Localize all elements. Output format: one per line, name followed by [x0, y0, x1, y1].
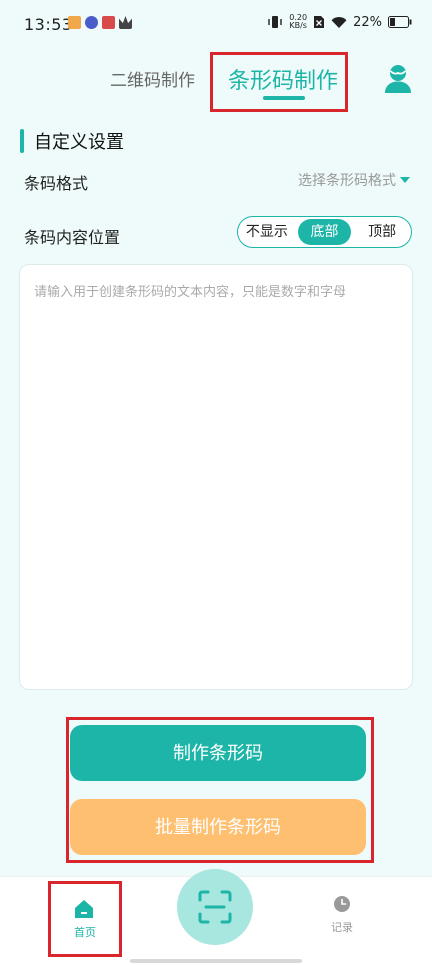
scan-icon — [198, 890, 232, 924]
no-sim-icon — [314, 16, 325, 28]
clock-icon[interactable] — [333, 895, 351, 913]
home-indicator — [130, 959, 302, 963]
home-icon — [75, 900, 93, 918]
battery-icon — [388, 16, 412, 28]
tab-barcode-label: 条形码制作 — [228, 69, 339, 94]
format-select[interactable]: 选择条形码格式 — [298, 170, 410, 190]
status-time: 13:53 — [24, 15, 73, 34]
bottom-nav: 首页 记录 — [0, 869, 432, 965]
position-option-bottom[interactable]: 底部 — [297, 219, 352, 245]
vibrate-icon — [268, 16, 282, 28]
position-segmented-control: 不显示 底部 顶部 — [237, 216, 412, 248]
position-option-hidden[interactable]: 不显示 — [240, 219, 294, 245]
make-barcode-button[interactable]: 制作条形码 — [70, 725, 366, 781]
scan-button[interactable] — [177, 869, 253, 945]
format-label: 条码格式 — [24, 174, 89, 193]
net-speed-unit: KB/s — [289, 21, 307, 30]
nav-history-label[interactable]: 记录 — [322, 919, 362, 935]
bank-app-icon — [102, 16, 115, 29]
battery-percent: 22% — [353, 14, 382, 30]
header: 二维码制作 条形码制作 — [0, 50, 432, 114]
crown-app-icon — [119, 16, 132, 29]
section-accent-bar — [20, 129, 24, 153]
position-option-top[interactable]: 顶部 — [355, 219, 409, 245]
system-status: 0.20 KB/s 22% — [267, 14, 412, 30]
position-label: 条码内容位置 — [24, 228, 121, 247]
format-select-value: 选择条形码格式 — [298, 173, 396, 189]
network-speed: 0.20 KB/s — [289, 14, 307, 30]
section-title: 自定义设置 — [20, 128, 124, 154]
wifi-icon — [331, 16, 347, 28]
chevron-down-icon — [400, 177, 410, 183]
sync-app-icon — [85, 16, 98, 29]
status-bar: 13:53 0.20 KB/s 22% — [0, 0, 432, 50]
section-title-text: 自定义设置 — [34, 132, 124, 153]
batch-make-barcode-button[interactable]: 批量制作条形码 — [70, 799, 366, 855]
active-tab-indicator — [263, 96, 305, 100]
tab-barcode[interactable]: 条形码制作 — [210, 52, 348, 112]
tab-qrcode[interactable]: 二维码制作 — [110, 66, 195, 91]
barcode-content-input[interactable] — [19, 264, 413, 690]
notification-icons — [68, 16, 132, 29]
photo-app-icon — [68, 16, 81, 29]
nav-home-label: 首页 — [74, 926, 96, 939]
nav-home[interactable]: 首页 — [48, 881, 122, 957]
profile-icon[interactable] — [382, 62, 414, 94]
